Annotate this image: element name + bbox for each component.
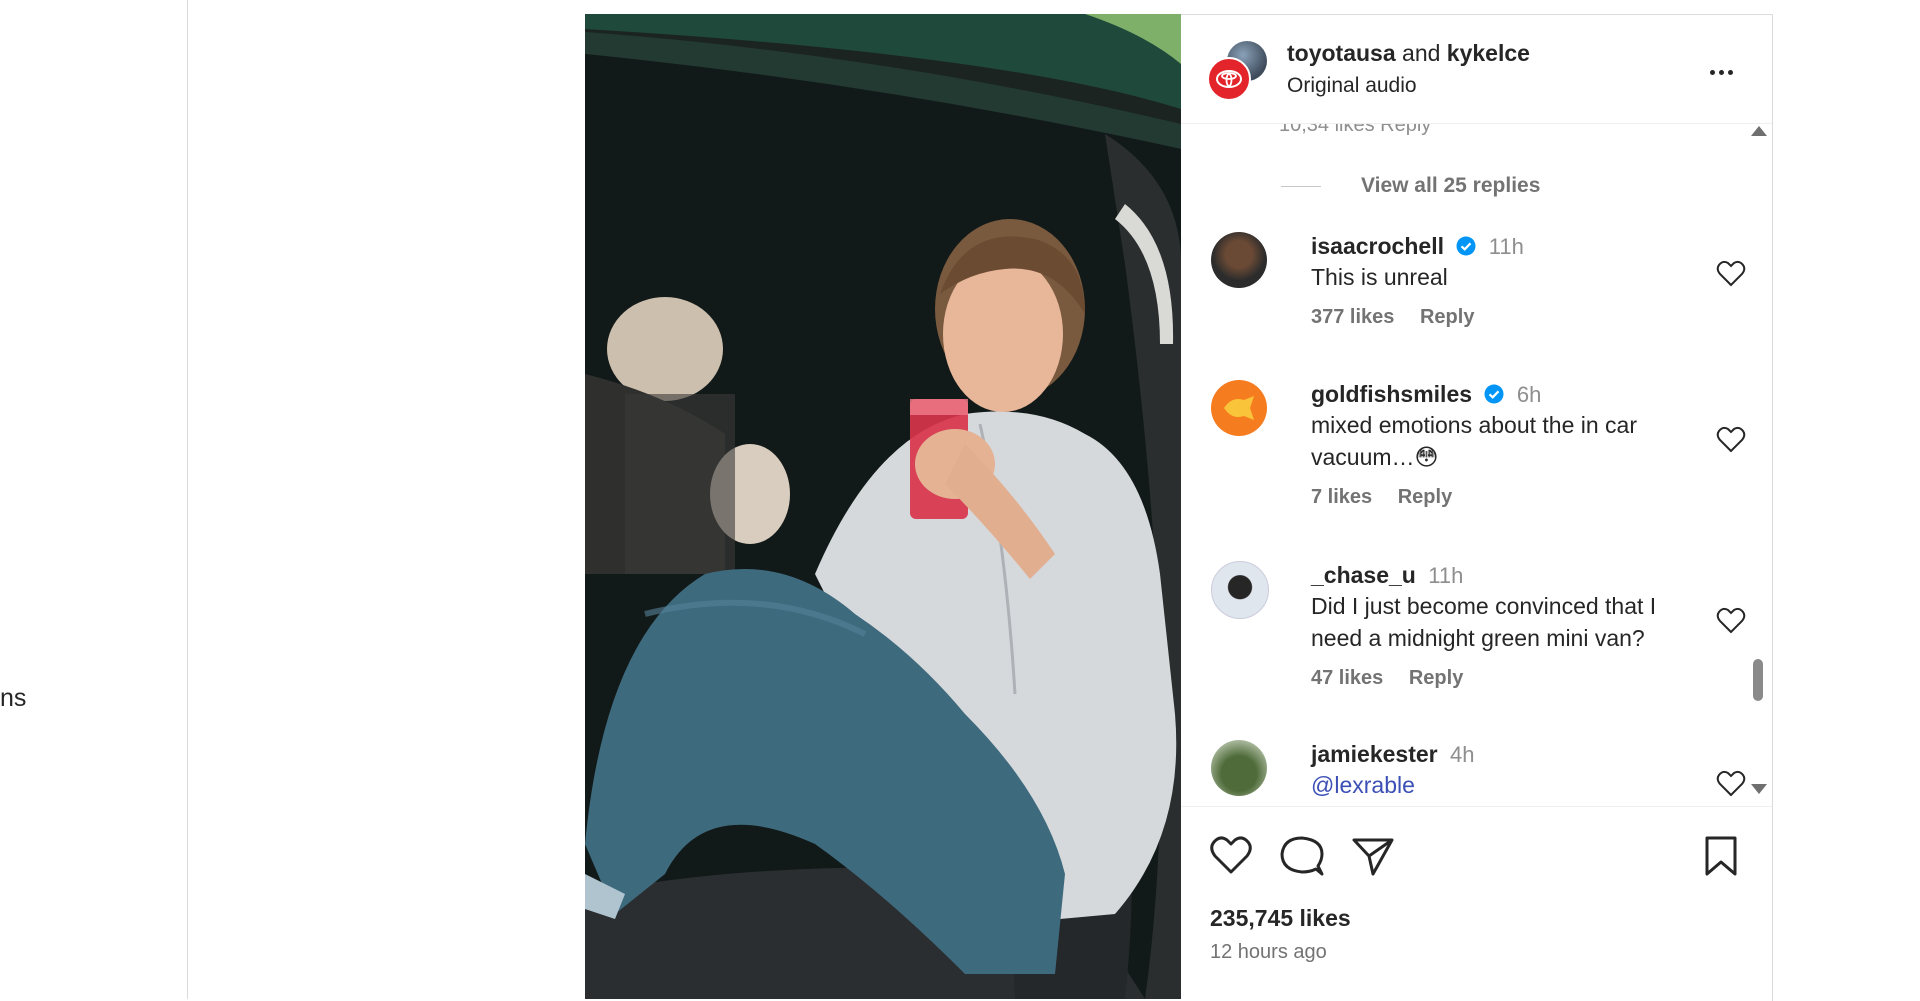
clipped-comment-actions: 10,34 likes Reply [1279, 124, 1432, 136]
comment-body: goldfishsmiles 6h mixed emotions about t… [1311, 380, 1691, 509]
comment-heart-icon[interactable] [1716, 607, 1746, 635]
share-icon[interactable] [1351, 834, 1395, 878]
toyota-logo-icon [1216, 70, 1242, 88]
comment-heart-icon[interactable] [1716, 770, 1746, 798]
post-likes-count[interactable]: 235,745 likes [1210, 905, 1351, 932]
verified-badge-icon [1484, 384, 1504, 404]
left-sidebar: ns [0, 0, 188, 999]
comment-heart-icon[interactable] [1716, 426, 1746, 454]
comment-reply-button[interactable]: Reply [1409, 667, 1463, 689]
comment-text: This is unreal [1311, 264, 1448, 290]
more-icon [1709, 69, 1715, 75]
comment-likes[interactable]: 47 likes [1311, 667, 1383, 689]
comment-likes[interactable]: 377 likes [1311, 306, 1394, 328]
commenter-avatar[interactable] [1211, 561, 1269, 619]
bookmark-icon[interactable] [1699, 834, 1743, 878]
comment-mention-link[interactable]: @lexrable [1311, 769, 1691, 801]
post-video[interactable] [585, 14, 1181, 999]
comment-username[interactable]: jamiekester [1311, 741, 1438, 767]
comment-time[interactable]: 11h [1428, 563, 1463, 588]
comment-meta: jamiekester 4h [1311, 740, 1691, 769]
comment-username[interactable]: _chase_u [1311, 562, 1416, 588]
author-username[interactable]: toyotausa [1287, 40, 1396, 66]
comment-heart-icon[interactable] [1716, 260, 1746, 288]
toyota-logo-avatar[interactable] [1207, 57, 1251, 101]
more-icon-dot [1727, 69, 1733, 75]
comment-text: Did I just become convinced that I need … [1311, 593, 1657, 651]
author-avatars[interactable] [1207, 41, 1267, 101]
scroll-down-arrow-icon[interactable] [1751, 784, 1767, 794]
comment-actions: 7 likes Reply [1311, 486, 1691, 509]
comment-body: _chase_u 11h Did I just become convinced… [1311, 561, 1691, 690]
video-frame [585, 14, 1181, 999]
like-heart-icon[interactable] [1209, 834, 1253, 878]
collaborator-username[interactable]: kykelce [1447, 40, 1530, 66]
comment-icon[interactable] [1280, 834, 1324, 878]
commenter-avatar[interactable] [1211, 232, 1267, 288]
view-replies-button[interactable]: View all 25 replies [1281, 174, 1540, 198]
comment-meta: goldfishsmiles 6h [1311, 380, 1691, 409]
comment-reply-button[interactable]: Reply [1398, 486, 1452, 508]
commenter-avatar[interactable] [1211, 740, 1267, 796]
comment-time[interactable]: 11h [1489, 234, 1524, 259]
comment-body: jamiekester 4h @lexrable [1311, 740, 1691, 801]
goldfish-logo-icon [1224, 396, 1254, 420]
comment-actions: 377 likes Reply [1311, 306, 1691, 329]
commenter-avatar[interactable] [1211, 380, 1267, 436]
post-authors: toyotausa and kykelce [1287, 40, 1530, 67]
comments-list[interactable]: 10,34 likes Reply View all 25 replies is… [1181, 124, 1772, 806]
comment-likes[interactable]: 7 likes [1311, 486, 1372, 508]
comment-actions: 47 likes Reply [1311, 667, 1691, 690]
comment-time[interactable]: 6h [1517, 382, 1541, 407]
comment-text: mixed emotions about the in car vacuum…😳 [1311, 412, 1638, 470]
comment-body: isaacrochell 11h This is unreal 377 like… [1311, 232, 1691, 329]
comment-meta: isaacrochell 11h [1311, 232, 1691, 261]
scroll-thumb[interactable] [1753, 659, 1763, 701]
post-timestamp[interactable]: 12 hours ago [1210, 941, 1327, 964]
sidebar-item-label[interactable]: ns [0, 684, 26, 713]
comment-time[interactable]: 4h [1450, 742, 1474, 767]
comment-reply-button[interactable]: Reply [1420, 306, 1474, 328]
post-header: toyotausa and kykelce Original audio [1181, 15, 1772, 124]
comment-username[interactable]: isaacrochell [1311, 233, 1444, 259]
more-options-button[interactable] [1701, 61, 1741, 83]
audio-link[interactable]: Original audio [1287, 74, 1417, 98]
post-actions-bar: 235,745 likes 12 hours ago [1181, 806, 1772, 1001]
view-replies-label: View all 25 replies [1361, 174, 1541, 197]
post-details-panel: toyotausa and kykelce Original audio 10,… [1181, 14, 1773, 1001]
more-icon-dot [1718, 69, 1724, 75]
comments-scrollbar[interactable] [1748, 124, 1767, 806]
verified-badge-icon [1456, 236, 1476, 256]
replies-divider [1281, 185, 1321, 187]
scroll-up-arrow-icon[interactable] [1751, 126, 1767, 136]
comment-meta: _chase_u 11h [1311, 561, 1691, 590]
comment-username[interactable]: goldfishsmiles [1311, 381, 1472, 407]
and-label: and [1402, 40, 1441, 66]
